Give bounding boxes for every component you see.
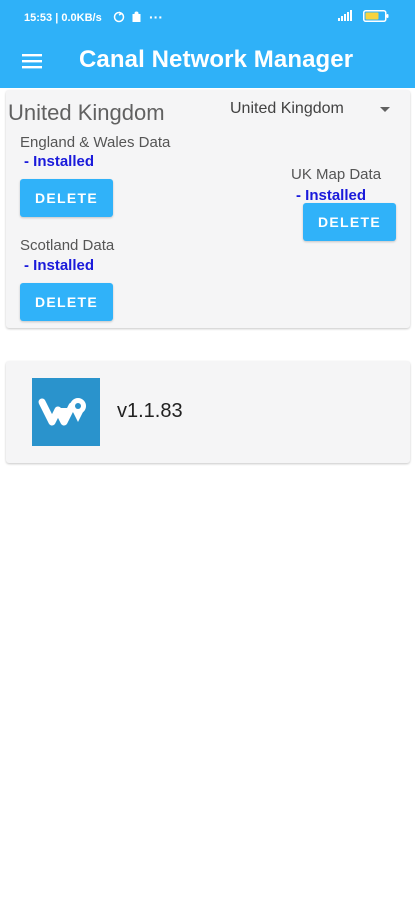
package-status-england-wales: - Installed bbox=[24, 153, 95, 170]
app-bar: Canal Network Manager bbox=[0, 36, 415, 88]
battery-icon bbox=[363, 10, 389, 22]
signal-icon bbox=[338, 10, 352, 21]
network-speed: | 0.0KB/s bbox=[55, 12, 102, 24]
app-title: Canal Network Manager bbox=[79, 46, 354, 73]
app-logo bbox=[32, 378, 100, 446]
package-status-uk-map: - Installed bbox=[296, 187, 367, 204]
status-time: 15:53 | 0.0KB/s bbox=[24, 12, 102, 24]
country-dropdown[interactable]: United Kingdom bbox=[228, 98, 398, 122]
region-title: United Kingdom bbox=[8, 100, 165, 125]
puzzle-icon bbox=[132, 11, 141, 22]
dropdown-arrow-icon bbox=[380, 107, 390, 112]
top-bar: 15:53 | 0.0KB/s ··· Canal Network Manage… bbox=[0, 0, 415, 88]
version-label: v1.1.83 bbox=[117, 400, 183, 422]
logo-mark-icon bbox=[38, 398, 86, 426]
map-data-card: United Kingdom United Kingdom England & … bbox=[6, 90, 410, 328]
sync-icon bbox=[113, 11, 125, 23]
country-dropdown-value: United Kingdom bbox=[230, 100, 344, 117]
delete-england-wales-button[interactable]: DELETE bbox=[20, 179, 113, 217]
hamburger-menu-icon[interactable] bbox=[20, 51, 44, 71]
status-bar: 15:53 | 0.0KB/s ··· bbox=[0, 0, 415, 36]
version-card: v1.1.83 bbox=[6, 361, 410, 463]
package-label-scotland: Scotland Data bbox=[20, 237, 115, 254]
delete-uk-map-button[interactable]: DELETE bbox=[303, 203, 396, 241]
package-label-england-wales: England & Wales Data bbox=[20, 134, 171, 151]
package-label-uk-map: UK Map Data bbox=[291, 166, 382, 183]
delete-scotland-button[interactable]: DELETE bbox=[20, 283, 113, 321]
package-status-scotland: - Installed bbox=[24, 257, 95, 274]
more-notifications-icon: ··· bbox=[149, 9, 163, 25]
